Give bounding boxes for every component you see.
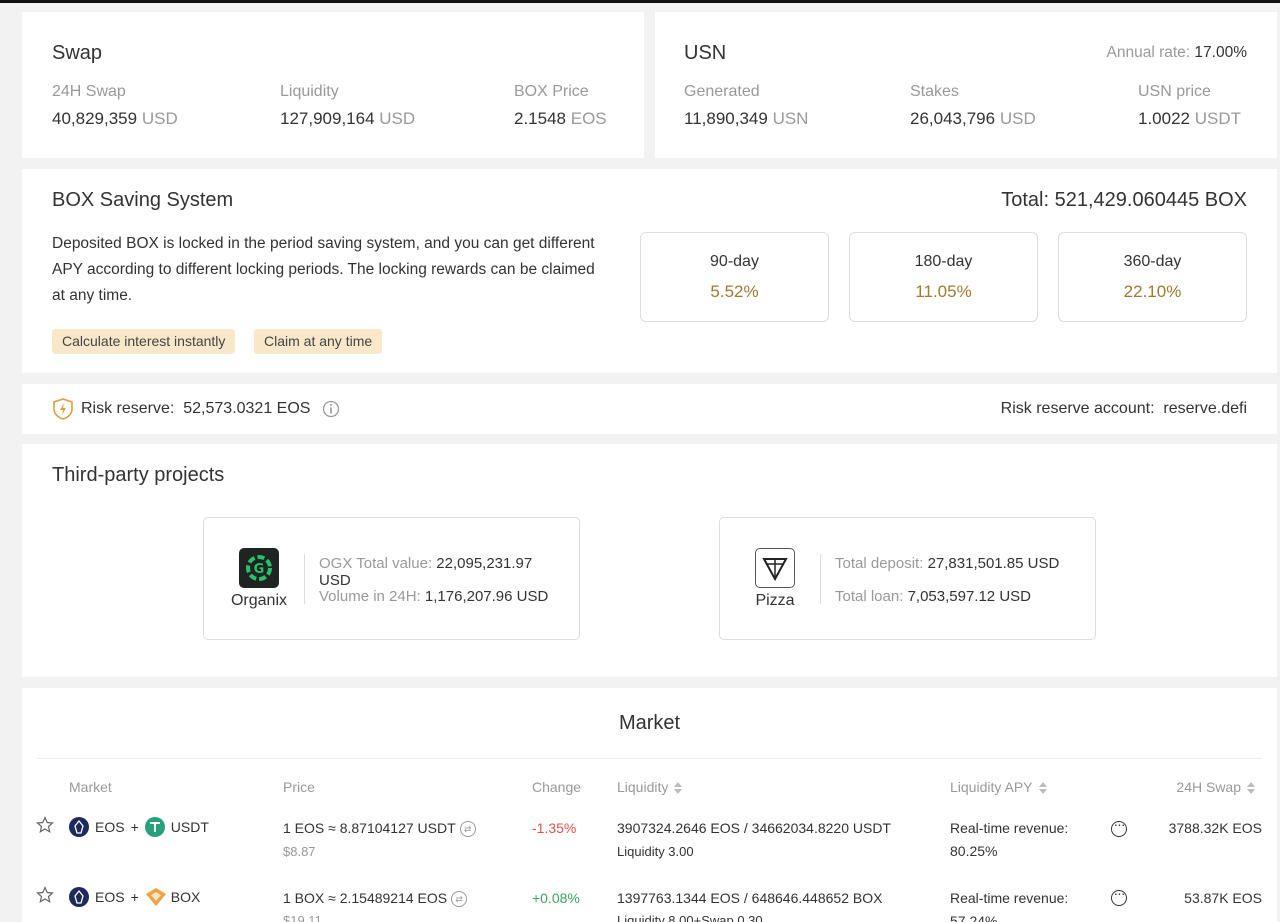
period-90-day[interactable]: 90-day 5.52% (640, 232, 829, 322)
period-360-day[interactable]: 360-day 22.10% (1058, 232, 1247, 322)
box-price-label: BOX Price (514, 83, 589, 100)
risk-reserve-text: Risk reserve: 52,573.0321 EOS (81, 400, 311, 417)
period-label: 90-day (710, 253, 759, 270)
apy-label: Real-time revenue: (950, 890, 1069, 906)
project-pizza[interactable]: Pizza Total deposit: 27,831,501.85 USD T… (719, 517, 1096, 640)
project-name: Organix (230, 592, 288, 609)
price-usd: $19.11 (283, 913, 322, 922)
box-coin-icon (145, 887, 166, 907)
liquidity-cell: 3907324.2646 EOS / 34662034.8220 USDT (617, 820, 891, 836)
project-line: OGX Total value: 22,095,231.97 USD (319, 555, 533, 589)
star-icon[interactable] (36, 886, 54, 904)
third-party-card: Third-party projects G Organix OGX Total… (22, 444, 1277, 677)
risk-reserve-card: Risk reserve: 52,573.0321 EOS Risk reser… (22, 384, 1277, 434)
swap-liquidity-label: Liquidity (280, 83, 339, 100)
header-change: Change (532, 779, 582, 795)
saving-description: Deposited BOX is locked in the period sa… (52, 235, 595, 304)
saving-title: BOX Saving System (52, 189, 234, 211)
apy-value: 57.24% (950, 913, 998, 922)
svg-text:G: G (254, 562, 265, 577)
usn-price-label: USN price (1138, 83, 1211, 100)
swap-card: Swap 24H Swap 40,829,359 USD Liquidity 1… (22, 12, 644, 158)
project-line: Total deposit: 27,831,501.85 USD (835, 555, 1060, 572)
price-cell: 1 BOX ≈ 2.15489214 EOS ⇄ (283, 890, 468, 908)
liquidity-sub: Liquidity 8.00+Swap 0.30 (617, 913, 763, 922)
sort-icon[interactable] (1038, 782, 1047, 795)
info-icon[interactable] (322, 400, 340, 418)
price-cell: 1 EOS ≈ 8.87104127 USDT ⇄ (283, 820, 476, 838)
more-icon[interactable] (1111, 885, 1127, 906)
usn-generated-value: 11,890,349 USN (684, 109, 809, 128)
top-border (0, 0, 1280, 3)
pizza-logo (755, 548, 795, 588)
saving-card: BOX Saving System Total: 521,429.060445 … (22, 169, 1277, 373)
price-usd: $8.87 (283, 844, 316, 859)
organix-logo: G (239, 548, 279, 588)
liquidity-sub: Liquidity 3.00 (617, 844, 694, 859)
period-label: 180-day (914, 253, 973, 270)
divider (304, 554, 305, 604)
usn-card: USN Annual rate: 17.00% Generated 11,890… (655, 12, 1277, 158)
usn-generated-label: Generated (684, 83, 760, 100)
sort-icon[interactable] (1247, 782, 1255, 795)
swap-direction-icon[interactable]: ⇄ (451, 891, 468, 908)
box-price-value: 2.1548 EOS (514, 109, 607, 128)
period-180-day[interactable]: 180-day 11.05% (849, 232, 1038, 322)
apy-label: Real-time revenue: (950, 820, 1069, 836)
shield-icon (52, 398, 74, 420)
period-rate: 11.05% (915, 282, 972, 301)
header-liquidity-apy[interactable]: Liquidity APY (950, 779, 1047, 795)
swap-title: Swap (52, 42, 103, 64)
eos-coin-icon (69, 817, 89, 837)
period-rate: 22.10% (1123, 282, 1182, 301)
usn-price-value: 1.0022 USDT (1138, 109, 1242, 128)
usn-stakes-value: 26,043,796 USD (910, 109, 1036, 128)
annual-rate: Annual rate: 17.00% (1106, 44, 1247, 61)
market-pair[interactable]: EOS + BOX (69, 887, 200, 907)
divider (37, 758, 1262, 759)
sort-icon[interactable] (674, 782, 683, 795)
apy-value: 80.25% (950, 843, 998, 859)
header-price: Price (283, 779, 315, 795)
usn-title: USN (684, 42, 727, 64)
usdt-coin-icon (144, 817, 165, 837)
swap-24h-label: 24H Swap (52, 83, 126, 100)
market-card: Market Market Price Change Liquidity Liq… (22, 688, 1277, 922)
more-icon[interactable] (1111, 816, 1127, 837)
swap-24h-value: 40,829,359 USD (52, 109, 178, 128)
divider (820, 554, 821, 604)
change-cell: +0.08% (532, 890, 580, 906)
swap-direction-icon[interactable]: ⇄ (459, 821, 476, 838)
usn-stakes-label: Stakes (910, 83, 959, 100)
period-label: 360-day (1123, 253, 1182, 270)
third-party-title: Third-party projects (52, 464, 225, 486)
change-cell: -1.35% (532, 820, 577, 836)
risk-reserve-account: Risk reserve account: reserve.defi (1000, 400, 1247, 417)
tag-claim-anytime: Claim at any time (254, 329, 383, 354)
header-liquidity[interactable]: Liquidity (617, 779, 683, 795)
liquidity-cell: 1397763.1344 EOS / 648646.448652 BOX (617, 890, 883, 906)
tag-calculate-interest: Calculate interest instantly (52, 329, 236, 354)
project-line: Volume in 24H: 1,176,207.96 USD (319, 588, 549, 605)
eos-coin-icon (69, 887, 89, 907)
market-title: Market (618, 712, 681, 734)
market-pair[interactable]: EOS + USDT (69, 817, 209, 837)
project-line: Total loan: 7,053,597.12 USD (835, 588, 1031, 605)
project-name: Pizza (755, 592, 795, 609)
project-organix[interactable]: G Organix OGX Total value: 22,095,231.97… (203, 517, 580, 640)
period-rate: 5.52% (710, 282, 759, 301)
swap-24h-cell: 53.87K EOS (1184, 890, 1262, 906)
saving-total: Total: 521,429.060445 BOX (1001, 189, 1247, 211)
header-24h-swap[interactable]: 24H Swap (1176, 779, 1255, 795)
swap-24h-cell: 3788.32K EOS (1168, 820, 1262, 836)
swap-liquidity-value: 127,909,164 USD (280, 109, 416, 128)
star-icon[interactable] (36, 816, 54, 834)
header-market: Market (69, 779, 112, 795)
